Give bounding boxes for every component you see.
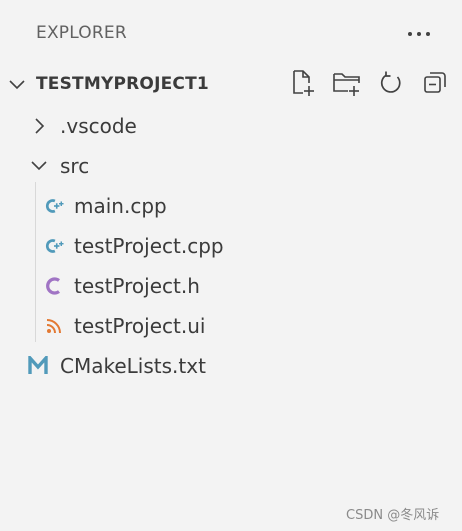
section-actions (288, 68, 450, 102)
collapse-all-icon (422, 70, 448, 100)
tree-item-label: main.cpp (74, 194, 167, 218)
rss-icon (44, 316, 64, 336)
cpp-icon (44, 196, 64, 216)
refresh-button[interactable] (376, 70, 406, 100)
project-name: TESTMYPROJECT1 (36, 74, 209, 94)
explorer-title: EXPLORER (36, 23, 127, 43)
chevron-down-icon (8, 76, 26, 94)
tree-item-label: testProject.cpp (74, 234, 224, 258)
more-actions-button[interactable] (402, 22, 436, 46)
tree-folder-src[interactable]: src (0, 146, 462, 186)
cpp-icon (44, 236, 64, 256)
tree-file-testproject-h[interactable]: testProject.h (0, 266, 462, 306)
chevron-down-icon (30, 157, 48, 175)
ellipsis-icon (407, 31, 431, 37)
collapse-all-button[interactable] (420, 70, 450, 100)
tree-item-label: src (60, 154, 90, 178)
new-file-icon (290, 69, 316, 101)
tree-file-testproject-ui[interactable]: testProject.ui (0, 306, 462, 346)
tree-item-label: CMakeLists.txt (60, 354, 206, 378)
watermark-text: CSDN @冬风诉 (346, 508, 440, 523)
tree-item-label: testProject.h (74, 274, 200, 298)
tree-file-cmakelists[interactable]: CMakeLists.txt (0, 346, 462, 386)
c-header-icon (44, 276, 64, 296)
new-file-button[interactable] (288, 70, 318, 100)
explorer-header: EXPLORER (0, 0, 462, 68)
new-folder-icon (332, 69, 362, 101)
tree-item-label: testProject.ui (74, 314, 206, 338)
chevron-right-icon (30, 117, 48, 135)
project-section-header[interactable]: TESTMYPROJECT1 (0, 68, 462, 102)
tree-item-label: .vscode (60, 114, 137, 138)
new-folder-button[interactable] (332, 70, 362, 100)
cmake-icon (28, 356, 48, 376)
tree-file-testproject-cpp[interactable]: testProject.cpp (0, 226, 462, 266)
tree-file-main-cpp[interactable]: main.cpp (0, 186, 462, 226)
tree-folder-vscode[interactable]: .vscode (0, 106, 462, 146)
refresh-icon (378, 70, 404, 100)
